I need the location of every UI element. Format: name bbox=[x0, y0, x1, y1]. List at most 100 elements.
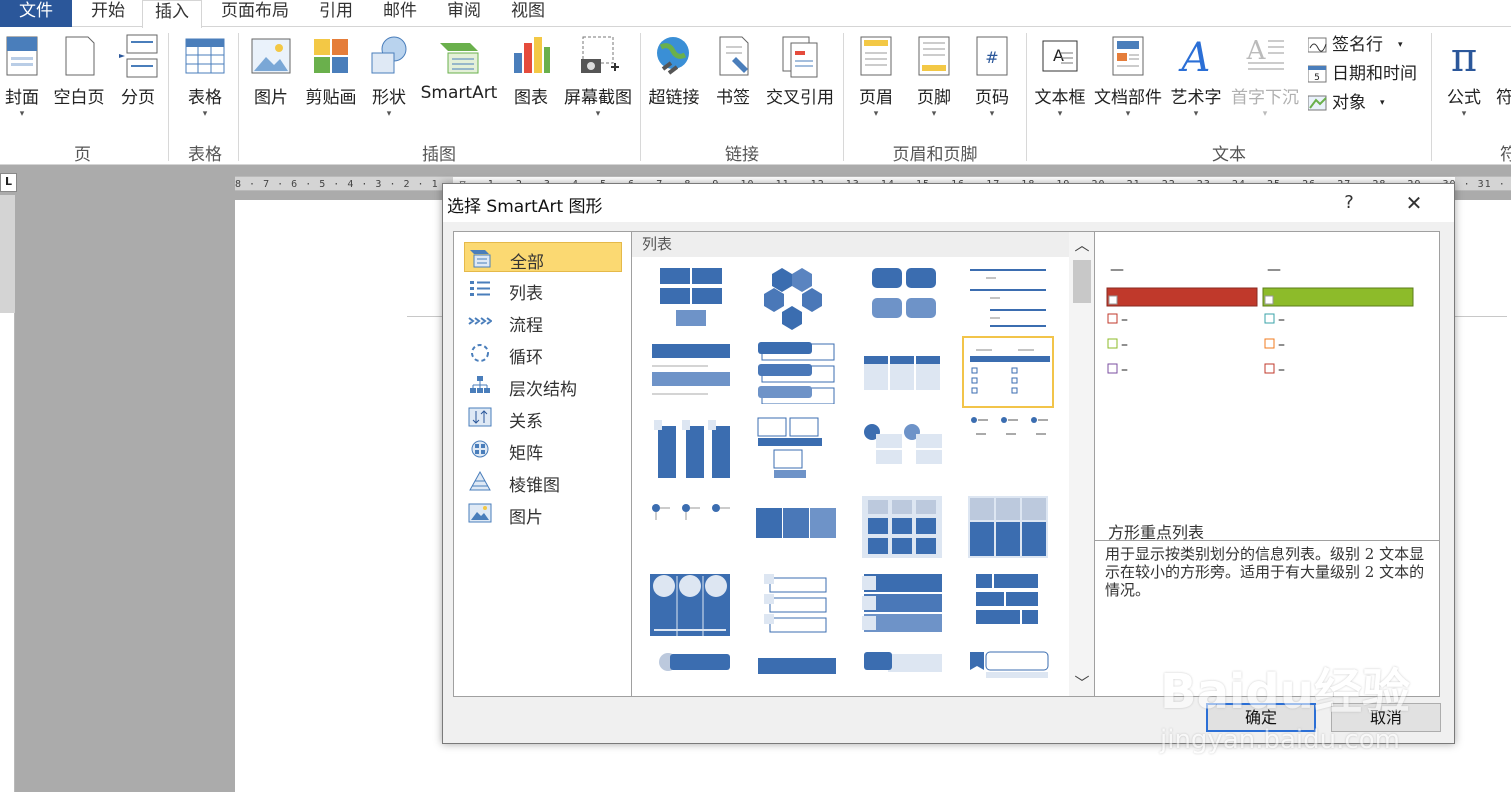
gallery-item[interactable] bbox=[962, 490, 1054, 562]
category-process[interactable]: 流程 bbox=[464, 306, 622, 336]
hyperlink-button[interactable]: 超链接 bbox=[644, 27, 704, 137]
tab-references[interactable]: 引用 bbox=[308, 0, 364, 27]
chevron-down-icon: ▾ bbox=[873, 109, 879, 119]
group-label-symbols: 符 bbox=[1500, 145, 1511, 165]
scroll-down-icon[interactable]: ﹀ bbox=[1069, 670, 1094, 696]
cover-page-button[interactable]: 封面 ▾ bbox=[0, 27, 44, 137]
tab-insert[interactable]: 插入 bbox=[142, 0, 202, 28]
category-label: 关系 bbox=[509, 412, 543, 432]
chart-icon bbox=[514, 37, 550, 73]
category-matrix[interactable]: 矩阵 bbox=[464, 434, 622, 464]
cross-reference-button[interactable]: 交叉引用 bbox=[760, 27, 840, 137]
category-cycle[interactable]: 循环 bbox=[464, 338, 622, 368]
screenshot-button[interactable]: 屏幕截图 ▾ bbox=[560, 27, 636, 137]
chart-button[interactable]: 图表 bbox=[504, 27, 558, 137]
gallery-item[interactable] bbox=[750, 568, 842, 640]
page-break-icon bbox=[119, 34, 158, 78]
scroll-up-icon[interactable]: ︿ bbox=[1069, 232, 1094, 258]
wordart-icon: A bbox=[1178, 35, 1211, 79]
tab-home[interactable]: 开始 bbox=[78, 0, 138, 27]
category-hierarchy[interactable]: 层次结构 bbox=[464, 370, 622, 400]
gallery-item[interactable] bbox=[644, 568, 736, 640]
screenshot-icon bbox=[581, 36, 619, 73]
footer-button[interactable]: 页脚 ▾ bbox=[908, 27, 960, 137]
gallery-item[interactable] bbox=[750, 262, 842, 334]
category-picture[interactable]: 图片 bbox=[464, 498, 622, 528]
picture-icon bbox=[251, 38, 291, 74]
picture-button[interactable]: 图片 bbox=[244, 27, 298, 137]
preview-item-left: – bbox=[1121, 362, 1128, 377]
baidu-watermark: Baidu经验 jingyan.baidu.com bbox=[1160, 630, 1460, 760]
gallery-item[interactable] bbox=[856, 262, 948, 334]
dropcap-button[interactable]: A 首字下沉 ▾ bbox=[1228, 27, 1302, 137]
help-button[interactable]: ? bbox=[1335, 190, 1363, 216]
quick-parts-button[interactable]: 文档部件 ▾ bbox=[1092, 27, 1164, 137]
close-button[interactable]: ✕ bbox=[1398, 190, 1430, 216]
gallery-item[interactable] bbox=[856, 568, 948, 640]
category-label: 列表 bbox=[509, 284, 543, 304]
wordart-button[interactable]: A 艺术字 ▾ bbox=[1166, 27, 1226, 137]
gallery-item[interactable] bbox=[644, 262, 736, 334]
clipart-button[interactable]: 剪贴画 bbox=[300, 27, 362, 137]
tab-mailings[interactable]: 邮件 bbox=[372, 0, 428, 27]
preview-item-left: – bbox=[1121, 337, 1128, 353]
gallery-item[interactable] bbox=[962, 646, 1054, 696]
svg-text:5: 5 bbox=[1314, 73, 1320, 83]
preview-bar-right bbox=[1262, 287, 1414, 307]
gallery-item[interactable] bbox=[750, 336, 842, 408]
dialog-title: 选择 SmartArt 图形 bbox=[447, 197, 603, 217]
cover-page-label: 封面 bbox=[5, 88, 39, 108]
hyperlink-label: 超链接 bbox=[648, 88, 700, 108]
preview-item-right: – bbox=[1278, 362, 1285, 377]
tab-review[interactable]: 审阅 bbox=[436, 0, 492, 27]
tab-file[interactable]: 文件 bbox=[0, 0, 72, 27]
category-label: 图片 bbox=[509, 508, 543, 528]
page-number-button[interactable]: # 页码 ▾ bbox=[966, 27, 1018, 137]
quick-parts-label: 文档部件 bbox=[1094, 88, 1162, 108]
blank-page-button[interactable]: 空白页 bbox=[48, 27, 110, 137]
symbol-button[interactable]: 符 bbox=[1496, 27, 1511, 137]
dialog-titlebar[interactable]: 选择 SmartArt 图形 ? ✕ bbox=[443, 184, 1454, 222]
gallery-item[interactable] bbox=[750, 490, 842, 562]
tab-page-layout[interactable]: 页面布局 bbox=[210, 0, 300, 27]
gallery-item[interactable] bbox=[644, 336, 736, 408]
equation-button[interactable]: π 公式 ▾ bbox=[1436, 27, 1492, 137]
gallery-item[interactable] bbox=[856, 490, 948, 562]
gallery-item[interactable] bbox=[750, 646, 842, 696]
tab-view[interactable]: 视图 bbox=[500, 0, 556, 27]
page-number-icon: # bbox=[976, 36, 1008, 76]
shapes-button[interactable]: 形状 ▾ bbox=[364, 27, 414, 137]
signature-line-label: 签名行 bbox=[1332, 35, 1383, 55]
gallery-item[interactable] bbox=[856, 336, 948, 408]
tab-selector[interactable]: L bbox=[0, 173, 17, 192]
clipart-icon bbox=[314, 39, 348, 73]
gallery-item[interactable] bbox=[962, 412, 1054, 484]
scroll-thumb[interactable] bbox=[1073, 260, 1091, 303]
category-relationship[interactable]: 关系 bbox=[464, 402, 622, 432]
table-button[interactable]: 表格 ▾ bbox=[176, 27, 234, 137]
gallery-item[interactable] bbox=[644, 646, 736, 696]
object-label: 对象 bbox=[1332, 93, 1366, 113]
smartart-button[interactable]: SmartArt bbox=[418, 27, 500, 137]
gallery-item[interactable] bbox=[962, 262, 1054, 334]
gallery-item[interactable] bbox=[962, 568, 1054, 640]
gallery-item[interactable] bbox=[856, 646, 948, 696]
gallery-scrollbar[interactable]: ︿ ﹀ bbox=[1069, 232, 1094, 696]
gallery-item[interactable] bbox=[750, 412, 842, 484]
textbox-button[interactable]: A 文本框 ▾ bbox=[1030, 27, 1090, 137]
category-all[interactable]: 全部 bbox=[464, 242, 622, 273]
bookmark-button[interactable]: 书签 bbox=[708, 27, 758, 137]
category-pyramid[interactable]: 棱锥图 bbox=[464, 466, 622, 496]
gallery-item[interactable] bbox=[856, 412, 948, 484]
page-break-button[interactable]: 分页 bbox=[112, 27, 164, 137]
gallery-item[interactable] bbox=[644, 490, 736, 562]
pyramid-icon bbox=[469, 471, 491, 491]
category-list-item[interactable]: 列表 bbox=[464, 274, 622, 304]
hierarchy-icon bbox=[470, 376, 490, 393]
preview-bar-square-right bbox=[1264, 295, 1274, 305]
gallery-item[interactable] bbox=[644, 412, 736, 484]
svg-text:A: A bbox=[1053, 46, 1064, 65]
gallery-item-selected[interactable] bbox=[962, 336, 1054, 408]
header-button[interactable]: 页眉 ▾ bbox=[850, 27, 902, 137]
chevron-down-icon: ▾ bbox=[1057, 109, 1063, 119]
